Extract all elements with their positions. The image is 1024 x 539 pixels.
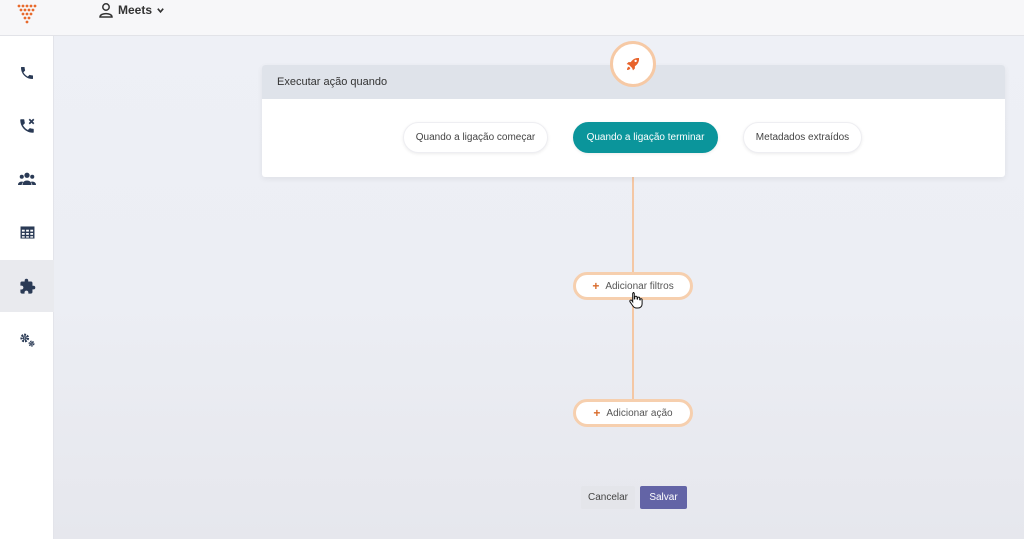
workspace-label: Meets [118, 3, 153, 17]
add-action-label: Adicionar ação [606, 407, 673, 419]
sidebar-item-tables[interactable] [0, 206, 54, 258]
puzzle-icon [19, 278, 36, 295]
cancel-button[interactable]: Cancelar [581, 486, 635, 509]
sidebar-item-settings[interactable] [0, 313, 54, 365]
rocket-icon [610, 41, 656, 87]
add-filters-label: Adicionar filtros [605, 280, 674, 292]
sidebar-item-calls[interactable] [0, 47, 54, 99]
phone-icon [19, 65, 35, 81]
missed-call-icon [18, 117, 36, 135]
user-icon [98, 2, 114, 18]
save-button[interactable]: Salvar [640, 486, 687, 509]
chevron-down-icon [156, 6, 165, 15]
plus-icon: + [593, 406, 601, 420]
workspace-selector[interactable]: Meets [98, 1, 165, 19]
trigger-option-metadata-extracted[interactable]: Metadados extraídos [743, 122, 862, 153]
top-bar: Meets [0, 0, 1024, 36]
trigger-option-call-end[interactable]: Quando a ligação terminar [573, 122, 718, 153]
gears-icon [18, 331, 36, 348]
plus-icon: + [592, 279, 600, 293]
sidebar-item-contacts[interactable] [0, 153, 54, 205]
users-icon [18, 171, 36, 187]
sidebar [0, 36, 54, 539]
hand-cursor-icon [629, 291, 643, 314]
flow-connector [632, 300, 634, 401]
trigger-option-call-start[interactable]: Quando a ligação começar [403, 122, 548, 153]
flow-connector [632, 177, 634, 274]
sidebar-item-missed-calls[interactable] [0, 100, 54, 152]
add-action-button[interactable]: + Adicionar ação [573, 399, 693, 427]
sidebar-item-integrations[interactable] [0, 260, 54, 312]
dots-logo-icon[interactable] [14, 2, 40, 28]
table-icon [20, 225, 35, 239]
